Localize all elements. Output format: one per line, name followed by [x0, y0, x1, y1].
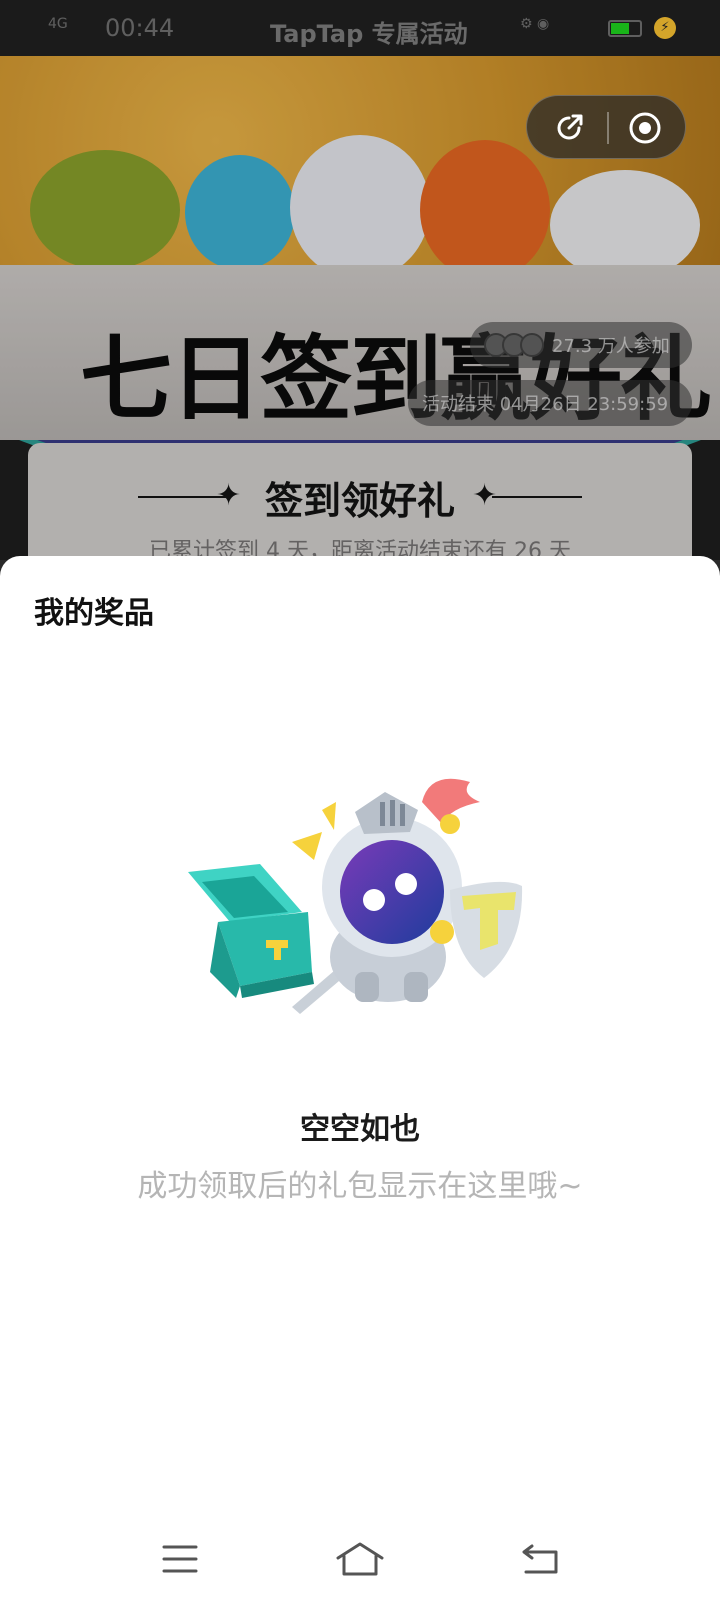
back-icon[interactable] — [510, 1538, 570, 1580]
battery-icon — [608, 20, 642, 37]
knight-with-chest-illustration — [180, 772, 540, 1032]
share-icon[interactable] — [551, 110, 587, 146]
empty-state-title: 空空如也 — [300, 1112, 420, 1147]
charging-icon: ⚡ — [654, 17, 676, 39]
system-nav-bar — [0, 1520, 720, 1600]
capsule-separator — [607, 112, 609, 144]
sheet-title: 我的奖品 — [34, 596, 154, 631]
miniprogram-capsule — [526, 95, 686, 159]
status-bar: 4G 00:44 TapTap 专属活动 ⚙ ◉ ⚡ — [0, 0, 720, 56]
home-icon[interactable] — [330, 1538, 390, 1580]
signal-indicator: 4G — [48, 16, 68, 32]
battery-fill — [611, 23, 629, 34]
my-prizes-sheet: 我的奖品 空空如也 成功领取后的礼包显示在这里哦~ — [0, 556, 720, 1600]
status-icons: ⚙ ◉ — [520, 16, 550, 32]
background-page: 七日签到赢好礼 27.3 万人参加 活动结束 04月26日 23:59:59 ✦… — [0, 0, 720, 560]
status-time: 00:44 — [105, 14, 175, 42]
menu-icon[interactable] — [150, 1538, 210, 1580]
background-dim-overlay[interactable] — [0, 0, 720, 560]
target-close-icon[interactable] — [627, 110, 663, 146]
status-app-title: TapTap 专属活动 — [270, 20, 468, 48]
empty-state-subtitle: 成功领取后的礼包显示在这里哦~ — [137, 1169, 583, 1204]
